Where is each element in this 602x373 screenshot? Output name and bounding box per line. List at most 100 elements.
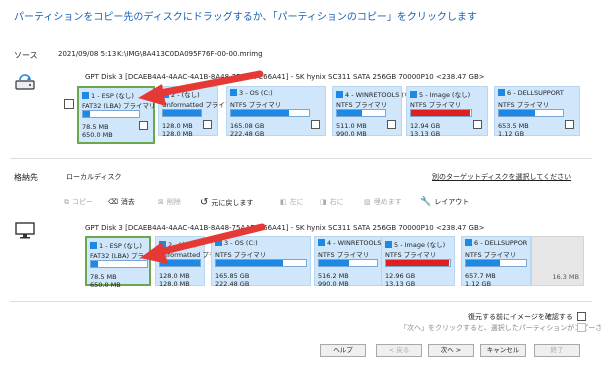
back-button[interactable]: < 戻る	[376, 344, 422, 357]
wrench-icon: 🔧	[420, 197, 432, 207]
partition-header: 3 - OS (C:)	[215, 239, 258, 247]
partition-checkbox[interactable]	[387, 120, 396, 129]
move-right-button[interactable]: ◨ 右に	[320, 197, 344, 207]
destination-divider	[10, 301, 592, 302]
partition-usage-fill	[216, 260, 283, 266]
partition-filesystem: NTFS プライマリ	[215, 251, 267, 259]
delete-button[interactable]: ⌫ 消去	[108, 197, 135, 207]
windows-icon	[336, 91, 343, 98]
note-checkbox[interactable]	[577, 323, 586, 332]
source-partition-2[interactable]: 2 - (なし) Unformatted プライマリ 128.0 MB 128.0 M…	[158, 86, 238, 138]
partition-header: 2 - (なし)	[159, 239, 197, 249]
partition-total: 222.48 GB	[230, 130, 265, 138]
partition-checkbox[interactable]	[473, 120, 482, 129]
partition-filesystem: NTFS プライマリ	[230, 101, 282, 109]
copy-button[interactable]: ⧉ コピー	[64, 197, 93, 207]
move-left-button[interactable]: ◧ 左に	[280, 197, 304, 207]
partition-usage-fill	[160, 260, 200, 266]
partition-usage-fill	[411, 110, 470, 116]
destination-partition-5[interactable]: 5 - Image (なし) NTFS プライマリ 12.96 GB 13.13 GB	[381, 236, 455, 288]
windows-icon	[318, 239, 325, 246]
partition-total: 1.12 GB	[465, 280, 492, 288]
partition-total: 128.0 MB	[159, 280, 190, 288]
cancel-button[interactable]: キャンセル	[480, 344, 526, 357]
partition-header: 5 - Image (なし)	[385, 239, 445, 249]
destination-disk-label: ローカルディスク	[66, 173, 122, 181]
verify-checkbox[interactable]	[577, 312, 586, 321]
unallocated-space[interactable]: 16.3 MB	[531, 236, 584, 286]
partition-used: 516.2 MB	[318, 272, 349, 280]
partition-total: 1.12 GB	[498, 130, 525, 138]
layout-button[interactable]: 🔧 レイアウト	[420, 197, 469, 207]
partition-usage-fill	[466, 260, 501, 266]
partition-usage-fill	[386, 260, 449, 266]
partition-usage-bar	[336, 109, 386, 117]
windows-icon	[385, 241, 392, 248]
finish-button[interactable]: 終了	[534, 344, 580, 357]
partition-usage-fill	[91, 261, 98, 267]
destination-partition-6[interactable]: 6 - DELLSUPPOR NTFS プライマリ 657.7 MB 1.12 GB	[461, 236, 531, 288]
partition-usage-bar	[82, 110, 140, 118]
partition-usage-fill	[319, 260, 350, 266]
partition-usage-bar	[230, 109, 310, 117]
source-partition-1[interactable]: 1 - ESP (なし) FAT32 (LBA) プライマリ 78.5 MB 650.…	[77, 86, 156, 144]
partition-checkbox[interactable]	[139, 121, 148, 130]
source-disk-icon	[14, 71, 36, 93]
partition-used: 653.5 MB	[498, 122, 529, 130]
image-path: K:\IMG\8A413C0DA095F76F-00-00.mrimg	[117, 50, 263, 58]
next-button[interactable]: 次へ >	[428, 344, 474, 357]
partition-total: 990.0 MB	[336, 130, 367, 138]
copy-note: 「次へ」をクリックすると、選択したパーティションがコピーされます	[400, 324, 602, 332]
windows-icon	[90, 242, 97, 249]
partition-total: 128.0 MB	[162, 130, 193, 138]
image-date: 2021/09/08 5:13	[58, 50, 117, 58]
source-disk-title: GPT Disk 3 [DCAEB4A4-4AAC-4A1B-8A48-75AA…	[85, 73, 485, 81]
partition-checkbox[interactable]	[311, 120, 320, 129]
windows-icon	[410, 91, 417, 98]
fill-button[interactable]: ▨ 埋めます	[364, 197, 402, 207]
source-partition-5[interactable]: 5 - Image (なし) NTFS プライマリ 12.94 GB 13.13 GB	[406, 86, 488, 138]
windows-icon	[82, 92, 89, 99]
partition-checkbox[interactable]	[203, 120, 212, 129]
undo-button[interactable]: ↺ 元に戻します	[200, 197, 253, 208]
destination-label: 格納先	[14, 173, 38, 182]
partition-filesystem: NTFS プライマリ	[498, 101, 550, 109]
remove-icon: ⊠	[158, 198, 164, 206]
partition-filesystem: NTFS プライマリ	[385, 251, 437, 259]
select-target-disk-link[interactable]: 別のターゲットディスクを選択してください	[432, 172, 571, 182]
partition-used: 12.96 GB	[385, 272, 416, 280]
partition-checkbox[interactable]	[565, 120, 574, 129]
partition-used: 128.0 MB	[159, 272, 190, 280]
partition-total: 650.0 MB	[90, 281, 121, 289]
partition-usage-bar	[159, 259, 201, 267]
partition-used: 78.5 MB	[90, 273, 117, 281]
destination-partition-1[interactable]: 1 - ESP (なし) FAT32 (LBA) プライマリ 78.5 MB 650.…	[85, 236, 164, 289]
remove-button[interactable]: ⊠ 削除	[158, 197, 181, 207]
partition-header: 5 - Image (なし)	[410, 89, 470, 99]
source-disk-checkbox[interactable]	[64, 99, 74, 109]
partition-usage-bar	[385, 259, 451, 267]
help-button[interactable]: ヘルプ	[320, 344, 366, 357]
destination-partition-2[interactable]: 2 - (なし) Unformatted プライマリ 128.0 MB 128.0 M…	[155, 236, 235, 288]
copy-icon: ⧉	[64, 197, 69, 206]
partition-usage-bar	[318, 259, 378, 267]
destination-partition-4[interactable]: 4 - WINRETOOLS NTFS プライマリ 516.2 MB 990.0 MB	[314, 236, 382, 288]
source-partition-3[interactable]: 3 - OS (C:) NTFS プライマリ 165.08 GB 222.48 GB	[226, 86, 326, 138]
partition-total: 13.13 GB	[410, 130, 441, 138]
windows-icon	[159, 241, 166, 248]
partition-usage-bar	[410, 109, 472, 117]
partition-header: 2 - (なし)	[162, 89, 200, 99]
partition-header: 6 - DELLSUPPORT	[498, 89, 564, 97]
partition-used: 78.5 MB	[82, 123, 109, 131]
partition-header: 6 - DELLSUPPOR	[465, 239, 527, 247]
destination-partition-3[interactable]: 3 - OS (C:) NTFS プライマリ 165.85 GB 222.48 GB	[211, 236, 311, 288]
partition-used: 165.85 GB	[215, 272, 250, 280]
partition-filesystem: NTFS プライマリ	[318, 251, 370, 259]
partition-filesystem: FAT32 (LBA) プライマリ	[82, 102, 156, 110]
partition-used: 165.08 GB	[230, 122, 265, 130]
destination-disk-title: GPT Disk 3 [DCAEB4A4-4AAC-4A1B-8A48-75AA…	[85, 224, 485, 232]
partition-usage-bar	[498, 109, 564, 117]
source-partition-6[interactable]: 6 - DELLSUPPORT NTFS プライマリ 653.5 MB 1.12 GB	[494, 86, 580, 138]
fill-icon: ▨	[364, 198, 371, 206]
source-partition-4[interactable]: 4 - WINRETOOLS (なし) NTFS プライマリ 511.0 MB 990…	[332, 86, 420, 138]
